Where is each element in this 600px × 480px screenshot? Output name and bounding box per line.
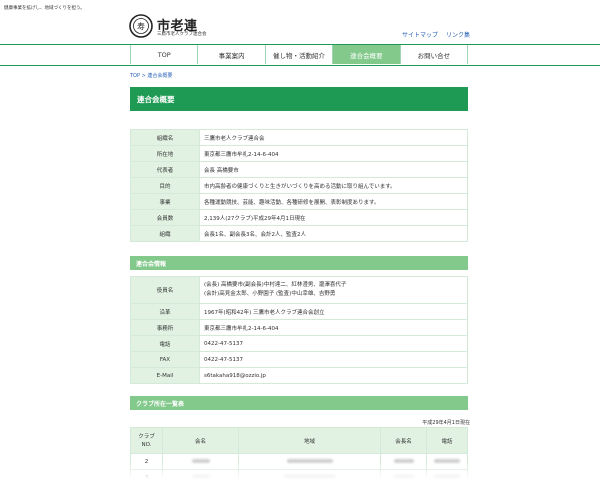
overview-table: 組織名 三鷹市老人クラブ連合会 所在地 東京都三鷹市牟礼2-14-6-404 代… [130,129,468,242]
table-row: 代表者 会長 高橋要市 [130,161,468,178]
row-label: FAX [130,351,200,368]
row-value: 2,139人(27クラブ)平成29年4月1日現在 [199,209,468,226]
officers-line-2: (会計)高見金太郎、小野園子 (監査)中山幸雄、吉野勇 [204,291,336,297]
header-club-no: クラブ NO. [130,427,163,454]
table-row: 組織 会長1名、副会長3名、会計2人、監査2人 [130,225,468,242]
header-club-name: 会名 [162,427,239,454]
row-value: 三鷹市老人クラブ連合会 [199,129,468,146]
row-value[interactable]: s6takaha918@ozzio.jp [199,367,468,384]
info-table: 役員名 (会長) 高橋要市(副会長)中村達二、紅林澄男、瀧澤喜代子 (会計)高見… [130,276,468,384]
row-label: 目的 [130,177,200,194]
table-row: 電話 0422-47-5137 [130,335,468,352]
header-area: 地域 [238,427,381,454]
logo-subtitle: 三鷹市老人クラブ連合会 [157,32,207,37]
breadcrumb[interactable]: TOP > 連合会概要 [130,72,172,79]
row-value: 会長 高橋要市 [199,161,468,178]
table-row: E-Mail s6takaha918@ozzio.jp [130,367,468,384]
row-value: 東京都三鷹市牟礼2-14-6-404 [199,145,468,162]
page-title: 連合会概要 [130,87,468,111]
header: 健康事業を拡げし、地域づくりを担う。 寿 市老連 三鷹市老人クラブ連合会 サイト… [0,0,600,44]
table-row: 目的 市内高齢者の健康づくりと生きがいづくりを高める活動に取り組んでいます。 [130,177,468,194]
links-link[interactable]: リンク集 [446,32,470,39]
logo-emblem-icon: 寿 [129,14,153,38]
global-nav: TOP 事業案内 催し物・活動紹介 連合会概要 お問い合せ [0,44,600,66]
table-row: 沿革 1967年(昭和42年) 三鷹市老人クラブ連合会創立 [130,303,468,320]
row-value: 1967年(昭和42年) 三鷹市老人クラブ連合会創立 [199,303,468,320]
nav-contact[interactable]: お問い合せ [401,45,469,64]
header-club-no-line2: NO. [141,441,152,448]
row-value: 東京都三鷹市牟礼2-14-6-404 [199,319,468,336]
row-value: 各種運動競技、芸能、趣味活動、各種研修を展開、表彰制度あります。 [199,193,468,210]
table-row: 所在地 東京都三鷹市牟礼2-14-6-404 [130,145,468,162]
row-value: 0422-47-5137 [199,351,468,368]
row-label: 電話 [130,335,200,352]
svg-text:寿: 寿 [137,21,145,31]
row-label: 代表者 [130,161,200,178]
table-row: 事務所 東京都三鷹市牟礼2-14-6-404 [130,319,468,336]
row-label: 役員名 [130,276,200,304]
utility-links: サイトマップ リンク集 [396,30,470,39]
row-label: 所在地 [130,145,200,162]
table-row: 会員数 2,139人(27クラブ)平成29年4月1日現在 [130,209,468,226]
row-value: 市内高齢者の健康づくりと生きがいづくりを高める活動に取り組んでいます。 [199,177,468,194]
info-section-title: 連合会情報 [130,256,468,270]
club-list-as-of: 平成29年4月1日現在 [422,420,470,426]
sitemap-link[interactable]: サイトマップ [402,32,438,39]
row-value: (会長) 高橋要市(副会長)中村達二、紅林澄男、瀧澤喜代子 (会計)高見金太郎、… [199,276,468,304]
table-row: 組織名 三鷹市老人クラブ連合会 [130,129,468,146]
row-label: E-Mail [130,367,200,384]
officers-line-1: (会長) 高橋要市(副会長)中村達二、紅林澄男、瀧澤喜代子 [204,282,347,288]
row-label: 組織 [130,225,200,242]
bottom-fade [0,462,600,480]
header-phone: 電話 [426,427,468,454]
nav-business[interactable]: 事業案内 [198,45,266,64]
row-label: 組織名 [130,129,200,146]
row-label: 沿革 [130,303,200,320]
header-club-no-line1: クラブ [138,433,155,440]
row-label: 事業 [130,193,200,210]
site-tagline: 健康事業を拡げし、地域づくりを担う。 [4,6,85,11]
table-row: 事業 各種運動競技、芸能、趣味活動、各種研修を展開、表彰制度あります。 [130,193,468,210]
row-label: 会員数 [130,209,200,226]
table-row: FAX 0422-47-5137 [130,351,468,368]
header-leader: 会長名 [380,427,427,454]
site-logo[interactable]: 寿 市老連 三鷹市老人クラブ連合会 [129,14,209,40]
nav-overview[interactable]: 連合会概要 [333,45,401,64]
club-list-title: クラブ所在一覧表 [130,396,468,410]
row-value: 会長1名、副会長3名、会計2人、監査2人 [199,225,468,242]
row-value: 0422-47-5137 [199,335,468,352]
table-row: 役員名 (会長) 高橋要市(副会長)中村達二、紅林澄男、瀧澤喜代子 (会計)高見… [130,276,468,304]
nav-top[interactable]: TOP [131,45,199,64]
table-header-row: クラブ NO. 会名 地域 会長名 電話 [130,427,468,454]
row-label: 事務所 [130,319,200,336]
nav-events[interactable]: 催し物・活動紹介 [266,45,334,64]
